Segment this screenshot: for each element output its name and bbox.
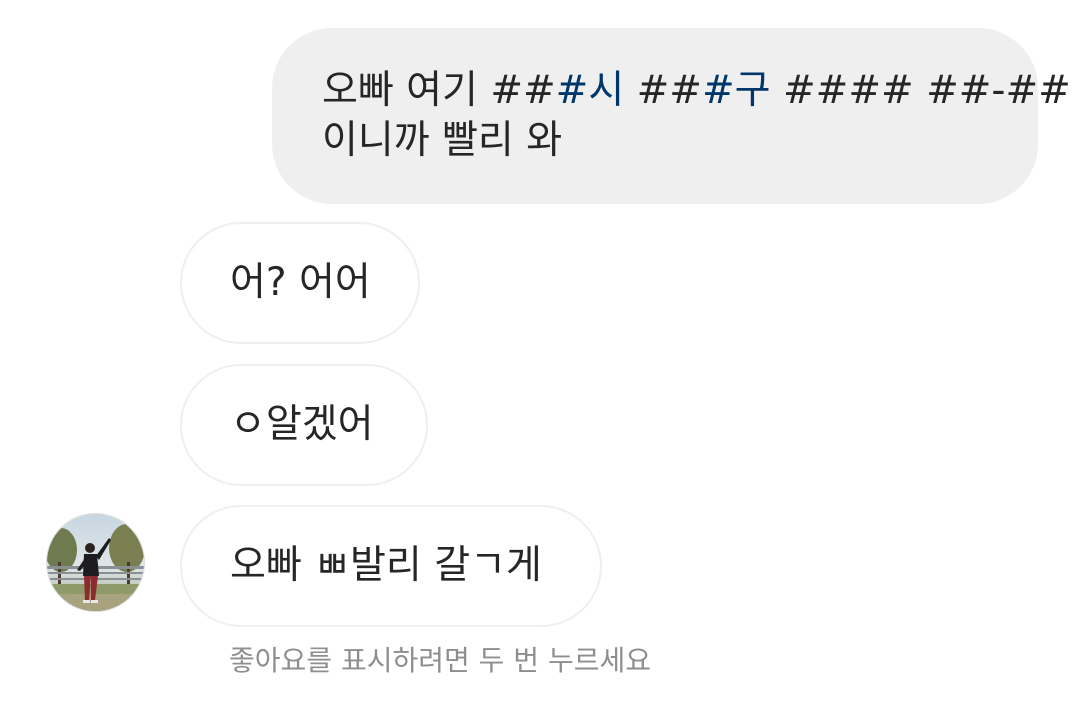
message-thread: 오빠 여기 ###시 ###구 #### ##-## 이니까 빨리 와 어? 어… xyxy=(0,0,1080,705)
address-city-link[interactable]: #시 xyxy=(556,68,625,113)
received-message-text: 오빠 ㅃ발리 갈ㄱ게 xyxy=(230,543,542,588)
double-tap-like-hint: 좋아요를 표시하려면 두 번 누르세요 xyxy=(229,644,652,677)
received-message-bubble[interactable]: 어? 어어 xyxy=(180,222,420,344)
address-district-link[interactable]: #구 xyxy=(702,68,771,113)
sent-message-line-2: 이니까 빨리 와 xyxy=(322,118,563,163)
profile-photo-icon xyxy=(47,514,144,611)
sent-message-bubble[interactable]: 오빠 여기 ###시 ###구 #### ##-## 이니까 빨리 와 xyxy=(272,28,1071,204)
sent-message-text: #### ##-## xyxy=(770,68,1071,113)
sent-message-text: 오빠 여기 ## xyxy=(322,68,556,113)
received-message-bubble[interactable]: 오빠 ㅃ발리 갈ㄱ게 xyxy=(180,505,602,627)
sender-avatar[interactable] xyxy=(47,514,144,611)
received-message-text: 어? 어어 xyxy=(230,260,371,305)
received-message-text: ㅇ알겠어 xyxy=(230,402,374,447)
sent-message-text: ## xyxy=(624,68,702,113)
received-message-bubble[interactable]: ㅇ알겠어 xyxy=(180,364,428,486)
sent-message-line-1: 오빠 여기 ###시 ###구 #### ##-## xyxy=(322,66,1071,116)
